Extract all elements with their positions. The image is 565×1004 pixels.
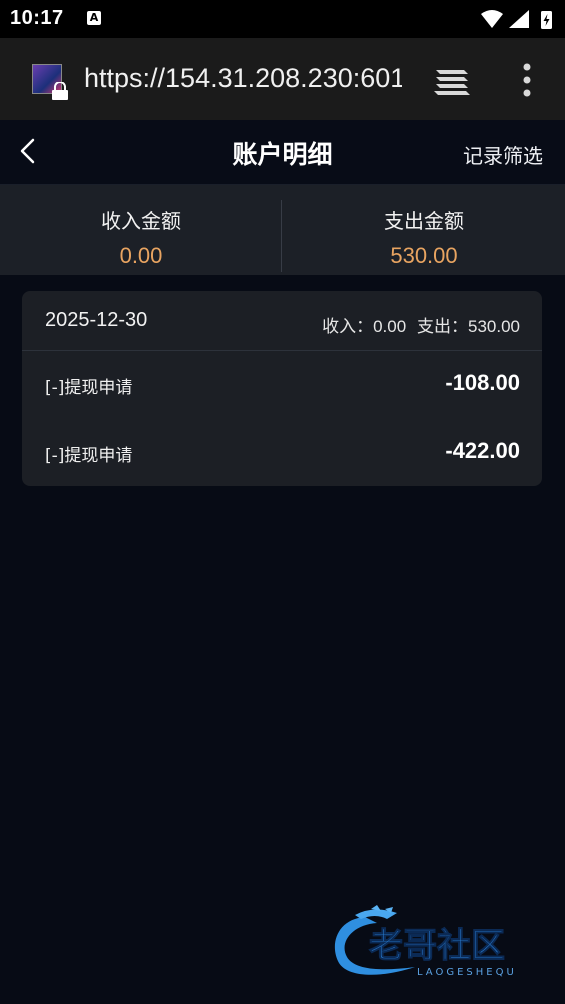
record-name: [-]提现申请 xyxy=(45,378,133,398)
filter-records-button[interactable]: 记录筛选 xyxy=(463,140,543,169)
signal-icon xyxy=(509,10,529,28)
summary-divider xyxy=(281,200,282,272)
income-value: 0.00 xyxy=(119,243,163,268)
record-amount: -108.00 xyxy=(445,370,520,395)
status-time: 10:17 xyxy=(10,7,64,29)
expense-summary: 支出金额 530.00 xyxy=(283,185,565,275)
tabs-icon[interactable] xyxy=(432,64,472,96)
income-label: 收入金额 xyxy=(101,209,181,233)
group-totals: 收入：0.00 支出：530.00 xyxy=(322,312,520,337)
group-expense-label: 支出： xyxy=(417,317,468,337)
group-expense-value: 530.00 xyxy=(468,317,520,336)
watermark-logo: 老哥社区 LAOGESHEQU xyxy=(334,905,517,978)
watermark-subtext: LAOGESHEQU xyxy=(417,967,517,978)
more-menu-icon[interactable] xyxy=(518,62,536,98)
record-name: [-]提现申请 xyxy=(45,446,133,466)
status-bar: 10:17 A xyxy=(0,0,565,38)
income-summary: 收入金额 0.00 xyxy=(0,185,282,275)
url-bar[interactable]: https://154.31.208.230:6010 xyxy=(84,63,402,94)
status-icons xyxy=(481,10,552,29)
wifi-icon xyxy=(481,10,503,28)
account-summary: 收入金额 0.00 支出金额 530.00 xyxy=(0,185,565,275)
lock-icon xyxy=(52,82,68,100)
expense-label: 支出金额 xyxy=(384,209,464,233)
notification-icon: A xyxy=(87,11,101,25)
expense-value: 530.00 xyxy=(390,243,458,268)
record-group-card: 2025-12-30 收入：0.00 支出：530.00 [-]提现申请 -10… xyxy=(22,291,542,486)
back-arrow-icon[interactable] xyxy=(14,136,44,166)
record-group-header: 2025-12-30 收入：0.00 支出：530.00 xyxy=(22,291,542,351)
list-item[interactable]: [-]提现申请 -422.00 xyxy=(22,419,542,486)
group-date: 2025-12-30 xyxy=(45,309,148,331)
watermark-text: 老哥社区 xyxy=(369,926,505,966)
list-item[interactable]: [-]提现申请 -108.00 xyxy=(22,351,542,419)
group-income-label: 收入： xyxy=(322,317,374,337)
record-amount: -422.00 xyxy=(445,438,520,463)
group-income-value: 0.00 xyxy=(373,317,407,336)
